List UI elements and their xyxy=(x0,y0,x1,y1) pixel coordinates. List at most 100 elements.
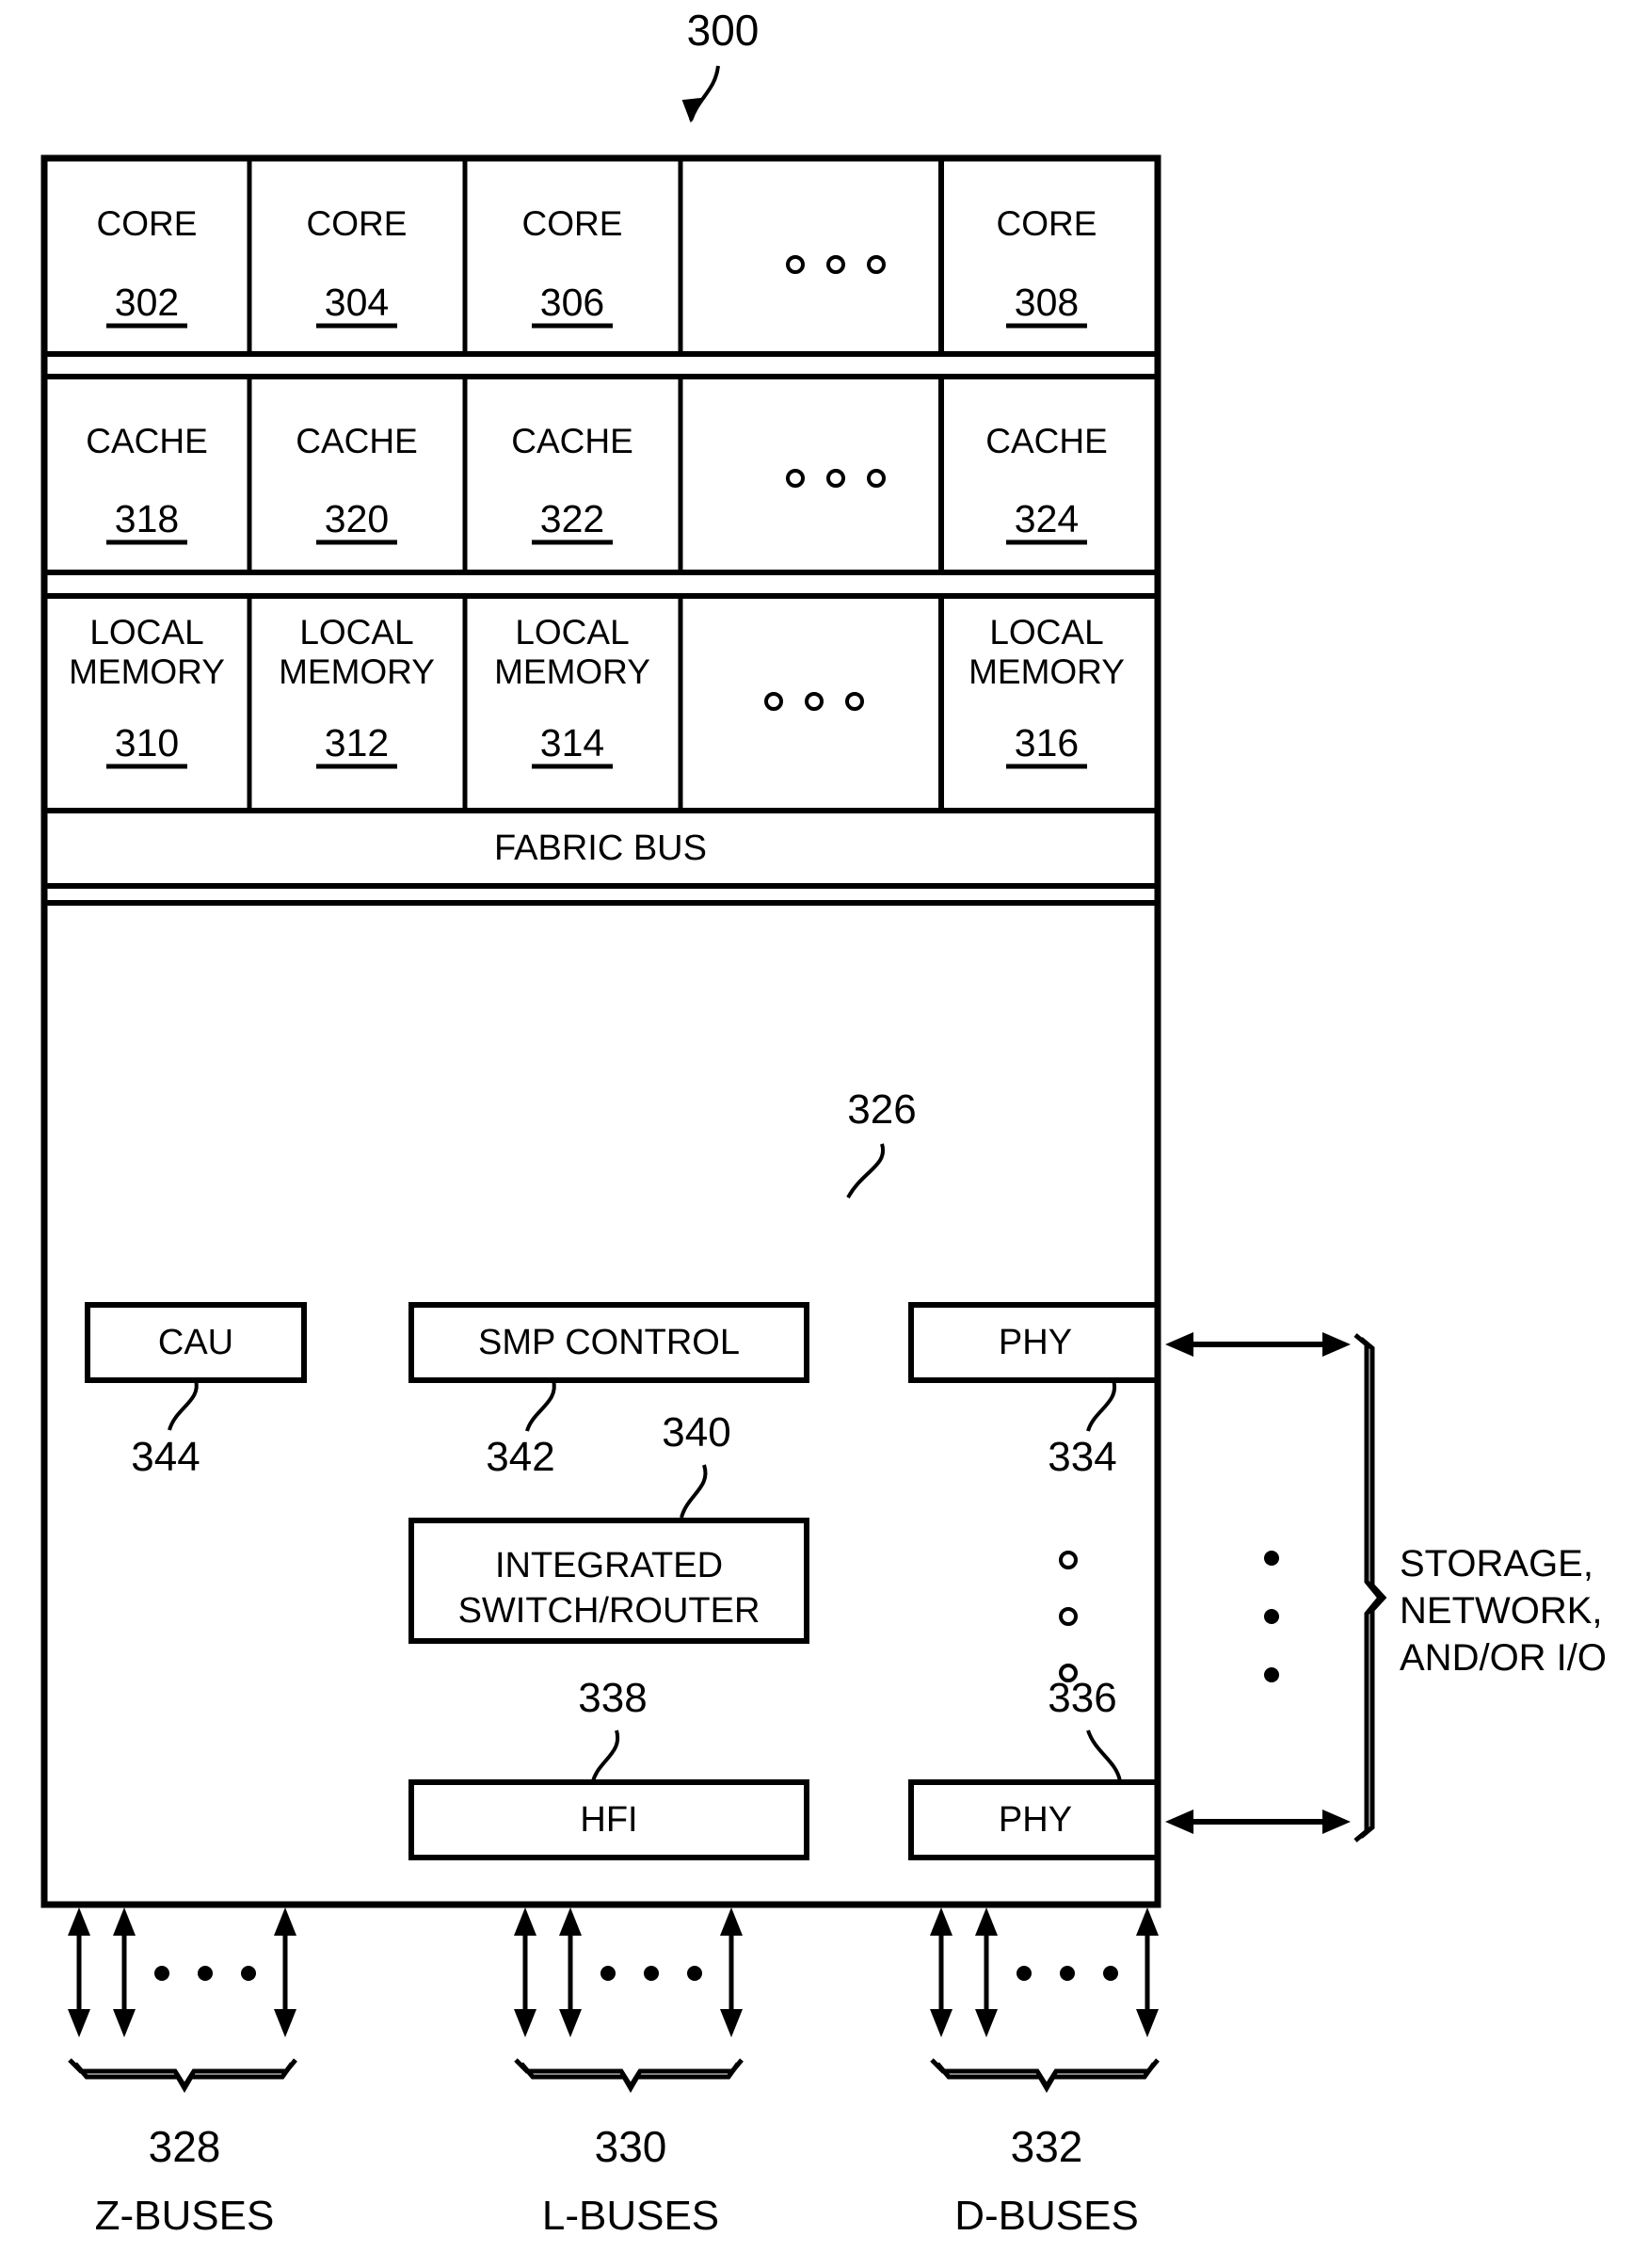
local-memory-cell-310-label-line2: MEMORY xyxy=(69,652,225,691)
core-cell-302: CORE 302 xyxy=(97,204,198,329)
bus-group-l: 330 L-BUSES xyxy=(514,1907,744,2239)
fabric-bus-number-326: 326 xyxy=(847,1086,916,1133)
local-memory-cell-312-label-line2: MEMORY xyxy=(279,652,435,691)
z-bus-name: Z-BUSES xyxy=(95,2193,275,2239)
cache-cell-324-label: CACHE xyxy=(985,422,1108,460)
local-memory-cell-312: LOCAL MEMORY 312 xyxy=(279,613,435,769)
local-memory-cell-316-number: 316 xyxy=(1015,721,1079,764)
d-bus-brace xyxy=(930,2058,1160,2093)
d-bus-number-332: 332 xyxy=(1011,2122,1083,2171)
z-bus-brace xyxy=(68,2058,297,2093)
local-memory-cell-310-label-line1: LOCAL xyxy=(89,613,203,651)
smp-control-block: SMP CONTROL 342 xyxy=(408,1302,809,1480)
lower-logic-boundary xyxy=(41,900,1161,1907)
phy-bottom-leader-line xyxy=(1086,1729,1122,1782)
smp-control-leader-line xyxy=(525,1379,556,1432)
cau-block: CAU 344 xyxy=(85,1302,307,1480)
core-cell-308-label: CORE xyxy=(997,204,1097,243)
core-cell-308-number: 308 xyxy=(1015,281,1079,324)
local-memory-cell-310-number: 310 xyxy=(115,721,179,764)
patent-figure-diagram: 300 CORE 302 CORE 304 CORE 306 CORE 308 … xyxy=(40,6,1607,2239)
fabric-bus-label: FABRIC BUS xyxy=(494,828,707,868)
external-label-line3: AND/OR I/O xyxy=(1400,1637,1607,1679)
d-bus-arrows xyxy=(930,1907,1159,2037)
cache-cell-322-label: CACHE xyxy=(511,422,633,460)
cache-cell-318: CACHE 318 xyxy=(86,422,208,545)
local-memory-cell-312-label-line1: LOCAL xyxy=(299,613,413,651)
cache-cell-322-number: 322 xyxy=(540,497,604,540)
z-bus-number-328: 328 xyxy=(149,2122,221,2171)
core-cell-304: CORE 304 xyxy=(307,204,408,329)
phy-top-block: PHY 334 xyxy=(908,1302,1161,1480)
cau-label: CAU xyxy=(158,1323,233,1362)
integrated-switch-router-label-line1: INTEGRATED xyxy=(495,1546,723,1585)
core-cell-304-label: CORE xyxy=(307,204,408,243)
smp-control-number-342: 342 xyxy=(486,1434,554,1480)
cache-cell-318-label: CACHE xyxy=(86,422,208,460)
core-cell-302-number: 302 xyxy=(115,281,179,324)
integrated-switch-router-block: INTEGRATED SWITCH/ROUTER xyxy=(408,1518,809,1644)
hfi-number-338: 338 xyxy=(578,1675,647,1721)
hfi-block: HFI xyxy=(408,1779,809,1860)
cache-cell-318-number: 318 xyxy=(115,497,179,540)
phy-bottom-number-336: 336 xyxy=(1048,1675,1116,1721)
hfi-callout-338: 338 xyxy=(578,1675,648,1782)
core-cell-302-label: CORE xyxy=(97,204,198,243)
figure-number-300: 300 xyxy=(687,6,760,55)
phy-top-label: PHY xyxy=(999,1323,1072,1362)
external-arrow-ellipsis xyxy=(1264,1551,1279,1682)
smp-control-label: SMP CONTROL xyxy=(478,1323,740,1362)
phy-top-number-334: 334 xyxy=(1048,1434,1116,1480)
local-memory-cell-310: LOCAL MEMORY 310 xyxy=(69,613,225,769)
l-bus-arrows xyxy=(514,1907,743,2037)
cau-leader-line xyxy=(168,1379,199,1431)
fabric-bus-callout-326: 326 xyxy=(846,1086,917,1198)
l-bus-name: L-BUSES xyxy=(542,2193,719,2239)
local-memory-cell-314: LOCAL MEMORY 314 xyxy=(494,613,650,769)
cache-cell-320-number: 320 xyxy=(325,497,389,540)
cache-row: CACHE 318 CACHE 320 CACHE 322 CACHE 324 xyxy=(41,374,1161,575)
cache-cell-320-label: CACHE xyxy=(296,422,418,460)
l-bus-brace xyxy=(514,2058,744,2093)
figure-canvas: 300 CORE 302 CORE 304 CORE 306 CORE 308 … xyxy=(0,0,1633,2268)
cache-cell-324: CACHE 324 xyxy=(985,422,1108,545)
hfi-leader-line xyxy=(591,1729,620,1782)
phy-bottom-block: 336 PHY xyxy=(908,1675,1161,1860)
cache-cell-320: CACHE 320 xyxy=(296,422,418,545)
local-memory-cell-314-number: 314 xyxy=(540,721,604,764)
core-cell-306: CORE 306 xyxy=(522,204,623,329)
fabric-bus-leader-line xyxy=(846,1143,886,1198)
external-label-line2: NETWORK, xyxy=(1400,1590,1603,1632)
external-arrow-top xyxy=(1165,1332,1351,1357)
integrated-switch-router-label-line2: SWITCH/ROUTER xyxy=(458,1591,760,1631)
local-memory-row-ellipsis xyxy=(764,692,864,711)
local-memory-cell-314-label-line2: MEMORY xyxy=(494,652,650,691)
core-cell-306-label: CORE xyxy=(522,204,623,243)
core-cell-304-number: 304 xyxy=(325,281,389,324)
phy-top-leader-line xyxy=(1086,1379,1117,1432)
local-memory-row: LOCAL MEMORY 310 LOCAL MEMORY 312 LOCAL … xyxy=(41,593,1161,813)
local-memory-cell-314-label-line1: LOCAL xyxy=(515,613,629,651)
local-memory-cell-316-label-line1: LOCAL xyxy=(989,613,1103,651)
local-memory-cell-316-label-line2: MEMORY xyxy=(969,652,1125,691)
phy-bottom-label: PHY xyxy=(999,1800,1072,1840)
bus-group-d: 332 D-BUSES xyxy=(930,1907,1160,2239)
cache-cell-324-number: 324 xyxy=(1015,497,1079,540)
core-row: CORE 302 CORE 304 CORE 306 CORE 308 xyxy=(41,155,1161,357)
l-bus-number-330: 330 xyxy=(595,2122,667,2171)
lower-logic-section: CAU 344 SMP CONTROL 342 340 INTEGRATED S… xyxy=(41,900,1161,1907)
external-connections: STORAGE, NETWORK, AND/OR I/O xyxy=(1165,1332,1607,1842)
local-memory-cell-312-number: 312 xyxy=(325,721,389,764)
figure-callout-300: 300 xyxy=(681,6,760,123)
core-cell-308: CORE 308 xyxy=(997,204,1097,329)
integrated-switch-router-leader-line xyxy=(680,1464,708,1519)
cache-row-ellipsis xyxy=(786,469,886,488)
external-brace-label: STORAGE, NETWORK, AND/OR I/O xyxy=(1400,1543,1607,1679)
integrated-switch-router-callout-340: 340 xyxy=(662,1409,731,1519)
hfi-label: HFI xyxy=(580,1800,637,1840)
external-label-line1: STORAGE, xyxy=(1400,1543,1593,1584)
core-row-ellipsis xyxy=(786,255,886,274)
external-brace xyxy=(1353,1333,1387,1842)
fabric-bus: FABRIC BUS xyxy=(41,808,1161,889)
z-bus-arrows xyxy=(68,1907,296,2037)
